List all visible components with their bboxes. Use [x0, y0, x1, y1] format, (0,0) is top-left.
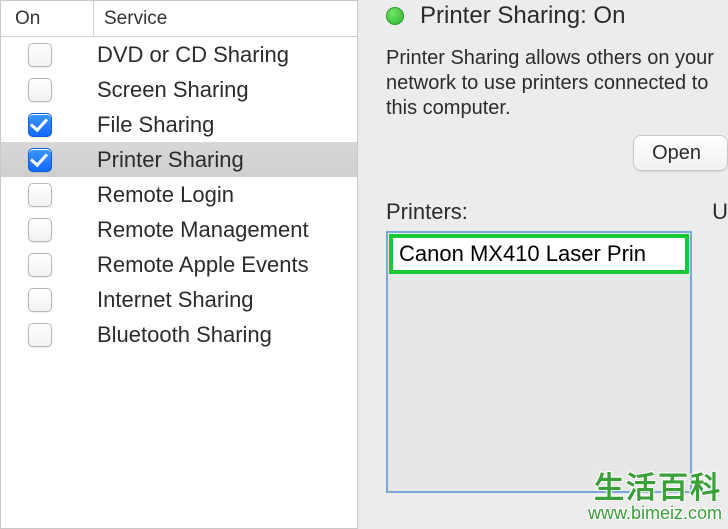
services-header: On Service	[1, 1, 357, 37]
service-label: Bluetooth Sharing	[79, 322, 357, 348]
service-row[interactable]: Internet Sharing	[1, 282, 357, 317]
service-row[interactable]: Screen Sharing	[1, 72, 357, 107]
open-button[interactable]: Open	[633, 135, 728, 171]
status-indicator-icon	[386, 7, 404, 25]
service-label: Remote Apple Events	[79, 252, 357, 278]
service-checkbox[interactable]	[28, 218, 52, 242]
service-row[interactable]: DVD or CD Sharing	[1, 37, 357, 72]
sharing-description: Printer Sharing allows others on your ne…	[386, 46, 728, 121]
service-checkbox[interactable]	[28, 253, 52, 277]
service-label: DVD or CD Sharing	[79, 42, 357, 68]
detail-panel: Printer Sharing: On Printer Sharing allo…	[358, 0, 728, 529]
users-label: U	[712, 199, 728, 225]
service-checkbox[interactable]	[28, 183, 52, 207]
services-list: DVD or CD Sharing Screen Sharing File Shar…	[1, 37, 357, 352]
services-panel: On Service DVD or CD Sharing Screen Shari…	[0, 0, 358, 529]
service-row[interactable]: Bluetooth Sharing	[1, 317, 357, 352]
service-row[interactable]: Remote Management	[1, 212, 357, 247]
status-row: Printer Sharing: On	[386, 2, 728, 30]
service-checkbox[interactable]	[28, 78, 52, 102]
service-checkbox[interactable]	[28, 323, 52, 347]
service-label: File Sharing	[79, 112, 357, 138]
printer-item[interactable]: Canon MX410 Laser Prin	[389, 234, 689, 274]
service-label: Remote Management	[79, 217, 357, 243]
service-label: Screen Sharing	[79, 77, 357, 103]
service-checkbox[interactable]	[28, 113, 52, 137]
service-row[interactable]: Printer Sharing	[1, 142, 357, 177]
status-text: Printer Sharing: On	[420, 2, 625, 30]
service-checkbox[interactable]	[28, 288, 52, 312]
services-header-service[interactable]: Service	[94, 1, 357, 36]
service-label: Internet Sharing	[79, 287, 357, 313]
printers-label: Printers:	[386, 199, 468, 225]
service-row[interactable]: Remote Apple Events	[1, 247, 357, 282]
services-header-on[interactable]: On	[1, 1, 94, 36]
service-row[interactable]: File Sharing	[1, 107, 357, 142]
service-row[interactable]: Remote Login	[1, 177, 357, 212]
service-label: Remote Login	[79, 182, 357, 208]
printers-list[interactable]: Canon MX410 Laser Prin	[386, 231, 692, 493]
service-checkbox[interactable]	[28, 148, 52, 172]
service-checkbox[interactable]	[28, 43, 52, 67]
service-label: Printer Sharing	[79, 147, 357, 173]
